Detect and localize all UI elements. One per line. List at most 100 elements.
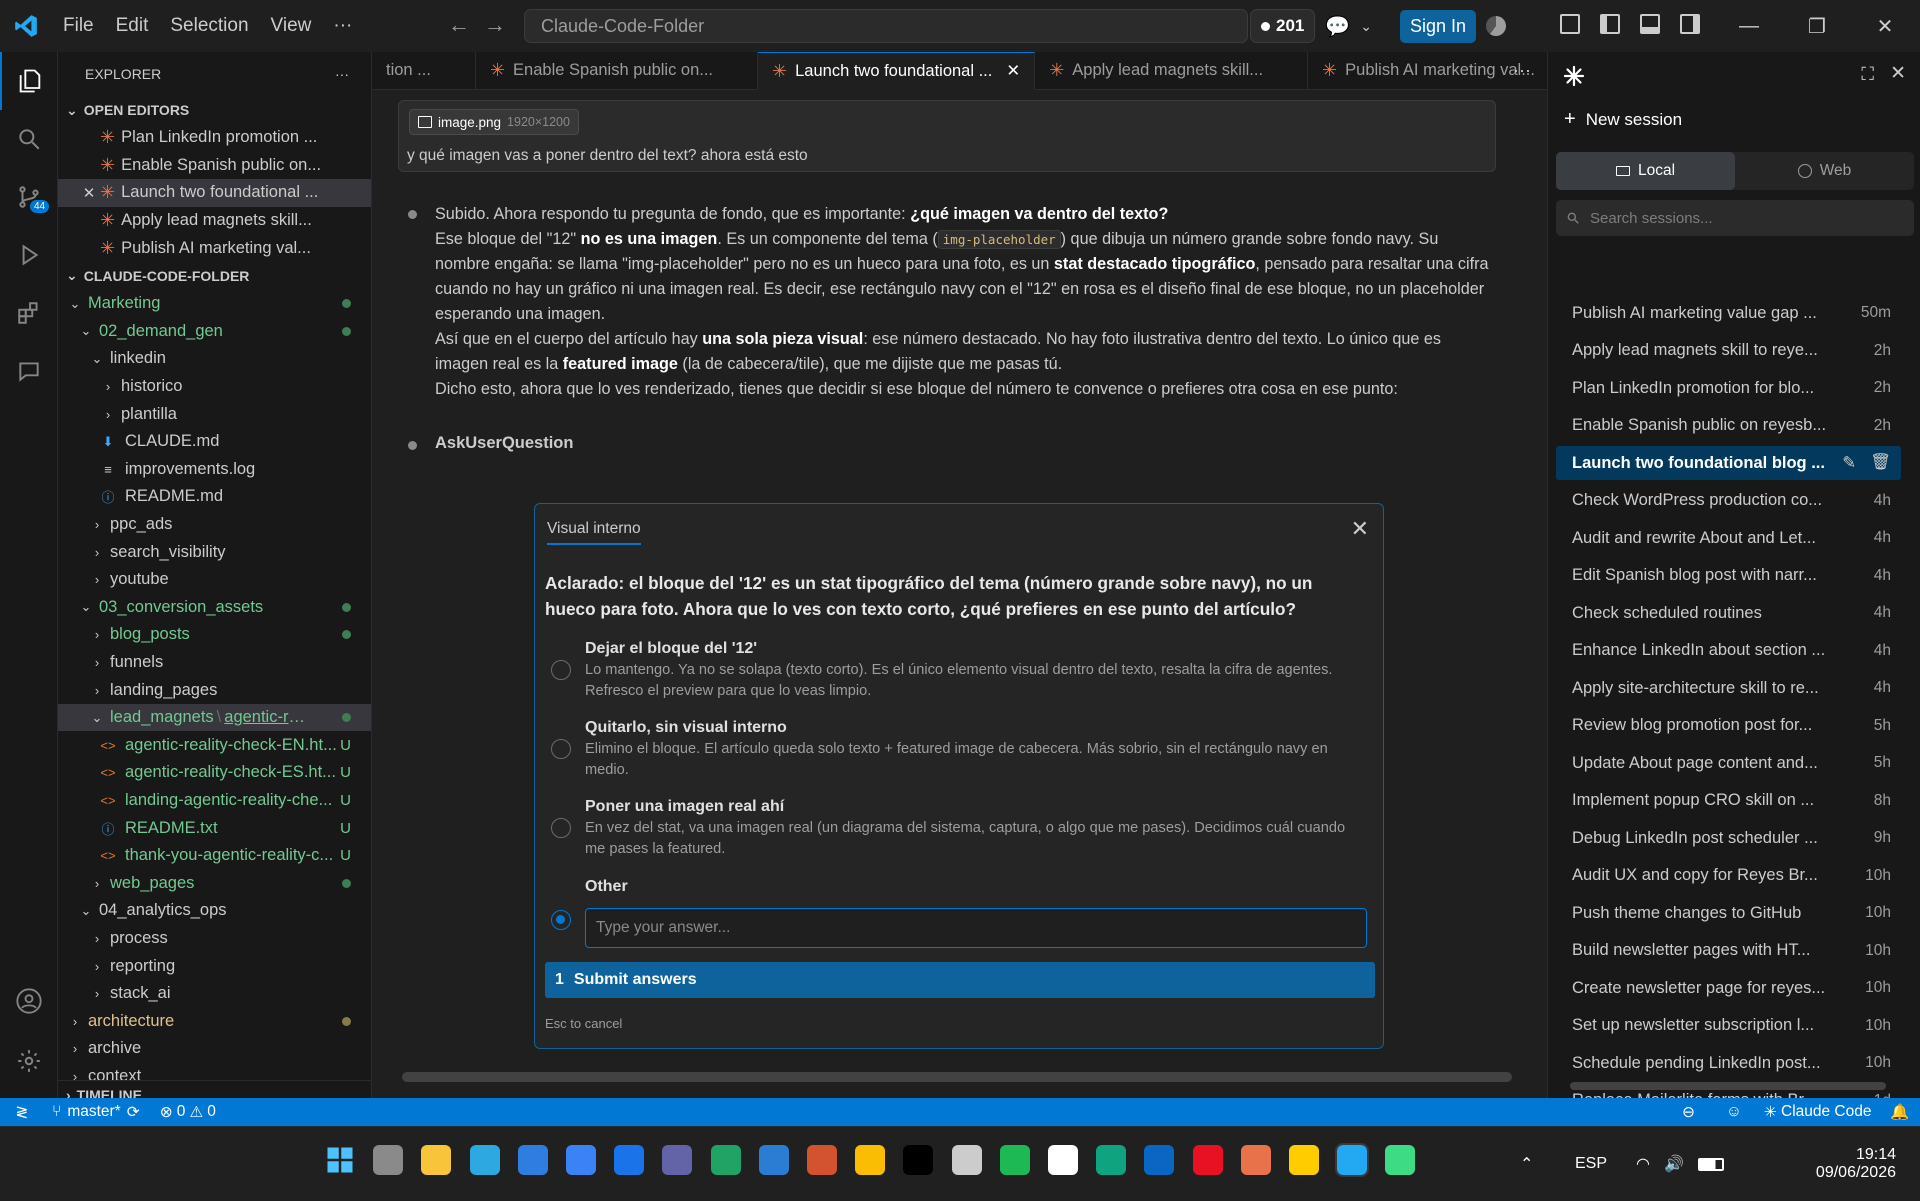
- zoom-icon[interactable]: ⊖: [1682, 1103, 1695, 1122]
- open-editor-item[interactable]: ✳ Enable Spanish public on...: [58, 152, 371, 180]
- option-real-image[interactable]: Poner una imagen real ahí En vez del sta…: [551, 796, 1365, 860]
- open-editor-item[interactable]: ✳ Apply lead magnets skill...: [58, 207, 371, 235]
- vertical-scrollbar[interactable]: [1524, 110, 1534, 1060]
- cortana-app-icon[interactable]: [566, 1145, 596, 1175]
- extensions-icon[interactable]: [0, 284, 58, 342]
- dev-tool-icon[interactable]: [1385, 1145, 1416, 1175]
- command-center[interactable]: Claude-Code-Folder: [524, 9, 1248, 43]
- tree-folder[interactable]: › landing_pages: [58, 676, 371, 704]
- edit-icon[interactable]: ✎: [1842, 453, 1856, 473]
- radio-button[interactable]: [551, 739, 571, 759]
- trash-icon[interactable]: 🗑: [1870, 453, 1891, 473]
- session-item[interactable]: Publish AI marketing value gap ... 50m: [1556, 296, 1901, 330]
- minimize-icon[interactable]: —: [1714, 0, 1784, 52]
- chevron-down-icon[interactable]: ⌄: [1360, 18, 1372, 35]
- menu-selection[interactable]: Selection: [159, 0, 259, 52]
- language-indicator[interactable]: ESP: [1575, 1127, 1607, 1201]
- tree-folder[interactable]: › web_pages: [58, 869, 371, 897]
- option-remove[interactable]: Quitarlo, sin visual interno Elimino el …: [551, 717, 1365, 781]
- vscode-taskbar-icon[interactable]: [1335, 1143, 1370, 1177]
- tree-folder[interactable]: › search_visibility: [58, 538, 371, 566]
- tree-folder[interactable]: ⌄ 02_demand_gen: [58, 318, 371, 346]
- source-control-icon[interactable]: 44: [0, 168, 58, 226]
- explorer-icon[interactable]: [0, 52, 58, 110]
- tree-file[interactable]: ⓘ README.md: [58, 483, 371, 511]
- menu-view[interactable]: View: [260, 0, 323, 52]
- radio-button[interactable]: [551, 660, 571, 680]
- tree-folder[interactable]: › stack_ai: [58, 980, 371, 1008]
- other-answer-input[interactable]: [585, 908, 1367, 948]
- tree-file[interactable]: ≡ improvements.log: [58, 456, 371, 484]
- new-session-button[interactable]: + New session: [1564, 108, 1682, 131]
- close-icon[interactable]: ✕: [1351, 516, 1369, 542]
- spotify-icon[interactable]: [999, 1145, 1030, 1175]
- tree-folder[interactable]: ⌄ lead_magnets\agentic-reali...: [58, 703, 371, 732]
- snipping-tool-icon[interactable]: [1192, 1145, 1223, 1175]
- session-item[interactable]: Apply lead magnets skill to reye... 2h: [1556, 334, 1901, 368]
- remote-icon[interactable]: ≷: [0, 1103, 44, 1122]
- teams-icon[interactable]: [662, 1145, 693, 1175]
- chatgpt-icon[interactable]: [951, 1145, 982, 1175]
- horizontal-scrollbar[interactable]: [402, 1072, 1512, 1082]
- accounts-icon[interactable]: [0, 972, 58, 1030]
- run-debug-icon[interactable]: [0, 226, 58, 284]
- session-item[interactable]: Set up newsletter subscription l... 10h: [1556, 1009, 1901, 1043]
- close-editor-icon[interactable]: ✕: [80, 184, 98, 202]
- tabs-more-button[interactable]: ···: [1513, 60, 1531, 81]
- session-item[interactable]: Update About page content and... 5h: [1556, 746, 1901, 780]
- toggle-primary-sidebar-icon[interactable]: [1600, 14, 1620, 34]
- tree-folder[interactable]: ⌄ Marketing: [58, 290, 371, 318]
- web-tab[interactable]: Web: [1735, 152, 1914, 190]
- session-item[interactable]: Enable Spanish public on reyesb... 2h: [1556, 409, 1901, 443]
- branch-indicator[interactable]: ⑂ master* ⟳: [52, 1103, 140, 1122]
- open-editor-item[interactable]: ✕ ✳ Launch two foundational ...: [58, 179, 371, 207]
- session-item[interactable]: Apply site-architecture skill to re... 4h: [1556, 671, 1901, 705]
- session-item[interactable]: Launch two foundational blog ... ✎ 🗑: [1556, 446, 1901, 480]
- outlook-icon[interactable]: [614, 1145, 645, 1175]
- open-editors-header[interactable]: ⌄ OPEN EDITORS: [58, 96, 371, 124]
- explorer-more-button[interactable]: ···: [335, 66, 349, 82]
- maximize-icon[interactable]: ⛶: [1861, 64, 1874, 85]
- forward-arrow-icon[interactable]: →: [484, 12, 506, 38]
- tree-folder[interactable]: › youtube: [58, 566, 371, 594]
- option-keep[interactable]: Dejar el bloque del '12' Lo mantengo. Ya…: [551, 638, 1365, 702]
- tree-folder[interactable]: › blog_posts: [58, 621, 371, 649]
- capcut-icon[interactable]: [903, 1145, 934, 1175]
- problems-indicator[interactable]: ⊗ 0 ⚠ 0: [160, 1103, 216, 1122]
- menu-more[interactable]: ···: [322, 0, 363, 52]
- powerpoint-icon[interactable]: [807, 1145, 837, 1175]
- session-item[interactable]: Check WordPress production co... 4h: [1556, 484, 1901, 518]
- claude-chat-icon[interactable]: [0, 342, 58, 400]
- tree-file[interactable]: <> landing-agentic-reality-che... U: [58, 787, 371, 815]
- word-icon[interactable]: [758, 1145, 789, 1175]
- image-attachment[interactable]: image.png 1920×1200: [409, 109, 579, 135]
- session-item[interactable]: Review blog promotion post for... 5h: [1556, 709, 1901, 743]
- session-item[interactable]: Check scheduled routines 4h: [1556, 596, 1901, 630]
- session-item[interactable]: Push theme changes to GitHub 10h: [1556, 896, 1901, 930]
- copilot-icon[interactable]: ☺: [1726, 1103, 1742, 1121]
- sign-in-button[interactable]: Sign In: [1400, 9, 1477, 43]
- account-pie-icon[interactable]: [1486, 16, 1507, 36]
- tree-file[interactable]: ⬇ CLAUDE.md: [58, 428, 371, 456]
- editor-tab[interactable]: ✳ Publish AI marketing val...: [1308, 51, 1580, 90]
- menu-file[interactable]: File: [52, 0, 105, 52]
- clock[interactable]: 19:14 09/06/2026: [1774, 1127, 1896, 1201]
- store-icon[interactable]: [517, 1145, 548, 1175]
- option-other[interactable]: Other: [551, 876, 1365, 930]
- editor-tab[interactable]: ✳ Launch two foundational ... ✕: [758, 51, 1036, 90]
- customize-layout-icon[interactable]: [1560, 14, 1580, 34]
- session-item[interactable]: Debug LinkedIn post scheduler ... 9h: [1556, 821, 1901, 855]
- tree-file[interactable]: <> agentic-reality-check-EN.ht... U: [58, 731, 371, 759]
- submit-answers-button[interactable]: 1 Submit answers: [545, 962, 1375, 998]
- folder-header[interactable]: ⌄ CLAUDE-CODE-FOLDER: [58, 262, 371, 290]
- copilot-badge[interactable]: 201: [1250, 9, 1316, 43]
- close-panel-icon[interactable]: ✕: [1890, 62, 1906, 85]
- claude-app-icon[interactable]: [1240, 1145, 1271, 1175]
- tree-folder[interactable]: › process: [58, 925, 371, 953]
- radio-button[interactable]: [551, 818, 571, 838]
- sticky-notes-icon[interactable]: [1289, 1145, 1319, 1175]
- session-item[interactable]: Enhance LinkedIn about section ... 4h: [1556, 634, 1901, 668]
- panel-scrollbar[interactable]: [1570, 1082, 1886, 1090]
- tray-chevron-icon[interactable]: ⌃: [1520, 1127, 1533, 1201]
- compact-folder-segment[interactable]: agentic-reali...: [224, 708, 312, 727]
